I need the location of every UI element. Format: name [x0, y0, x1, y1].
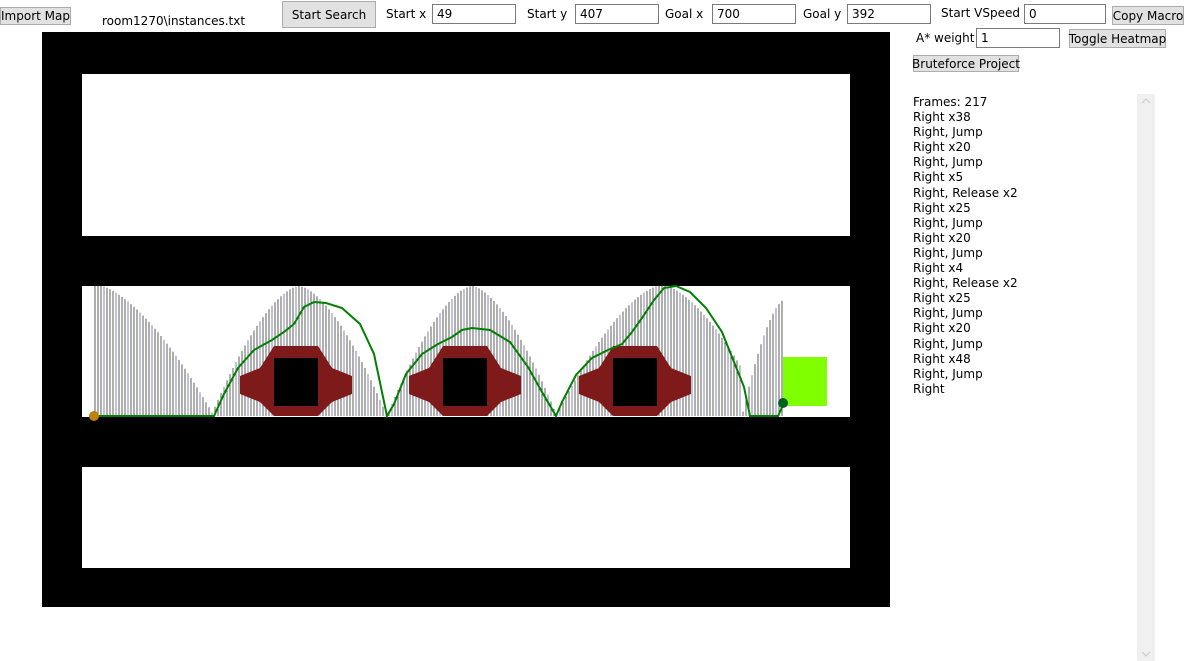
- output-line: Right, Jump: [913, 155, 983, 170]
- chevron-down-icon[interactable]: [1137, 647, 1155, 661]
- start-y-input[interactable]: [575, 4, 659, 24]
- output-line: Right x48: [913, 351, 971, 366]
- end-marker: [778, 398, 788, 408]
- astar-weight-label: A* weight: [916, 31, 975, 45]
- solid-block: [443, 358, 487, 406]
- solid-block: [274, 358, 318, 406]
- output-line: Right, Release x2: [913, 276, 1018, 291]
- output-line: Right: [913, 381, 945, 396]
- output-line: Right, Release x2: [913, 185, 1018, 200]
- goal-y-label: Goal y: [803, 7, 842, 21]
- start-y-label: Start y: [527, 7, 568, 21]
- goal-block: [783, 357, 827, 406]
- start-vspeed-label: Start VSpeed: [941, 6, 1020, 20]
- output-line: Right x20: [913, 321, 971, 336]
- map-canvas[interactable]: [42, 32, 890, 607]
- output-line: Right x25: [913, 291, 971, 306]
- bruteforce-project-button[interactable]: Bruteforce Project: [912, 55, 1020, 72]
- start-x-label: Start x: [386, 7, 427, 21]
- toggle-heatmap-button[interactable]: Toggle Heatmap: [1069, 29, 1166, 48]
- output-line: Right, Jump: [913, 306, 983, 321]
- goal-x-input[interactable]: [712, 4, 796, 24]
- output-line: Right x38: [913, 110, 971, 125]
- lower-room: [82, 467, 850, 568]
- start-search-button[interactable]: Start Search: [282, 1, 376, 28]
- goal-y-input[interactable]: [847, 4, 931, 24]
- upper-room: [82, 74, 850, 236]
- goal-x-label: Goal x: [665, 7, 704, 21]
- output-line: Right x25: [913, 200, 971, 215]
- output-line: Right x20: [913, 140, 971, 155]
- output-line: Right, Jump: [913, 215, 983, 230]
- output-line: Right, Jump: [913, 366, 983, 381]
- start-vspeed-input[interactable]: [1024, 4, 1106, 24]
- start-marker: [89, 411, 99, 421]
- start-x-input[interactable]: [432, 4, 516, 24]
- output-line: Frames: 217: [913, 95, 988, 109]
- output-line: Right x5: [913, 170, 964, 185]
- output-line: Right x20: [913, 230, 971, 245]
- output-line: Right x4: [913, 261, 964, 276]
- macro-output-list: Frames: 217 Right x38 Right, Jump Right x20…: [913, 95, 1133, 655]
- chevron-up-icon[interactable]: [1137, 94, 1155, 108]
- output-line: Right, Jump: [913, 245, 983, 260]
- file-path-label: room1270\instances.txt: [102, 14, 246, 28]
- copy-macro-button[interactable]: Copy Macro: [1112, 6, 1184, 25]
- output-line: Right, Jump: [913, 125, 983, 140]
- solid-block: [613, 358, 657, 406]
- import-map-button[interactable]: Import Map: [0, 7, 71, 25]
- spike-obstacles: [240, 346, 691, 416]
- astar-weight-input[interactable]: [976, 28, 1060, 48]
- output-scrollbar[interactable]: [1137, 94, 1155, 661]
- output-line: Right, Jump: [913, 336, 983, 351]
